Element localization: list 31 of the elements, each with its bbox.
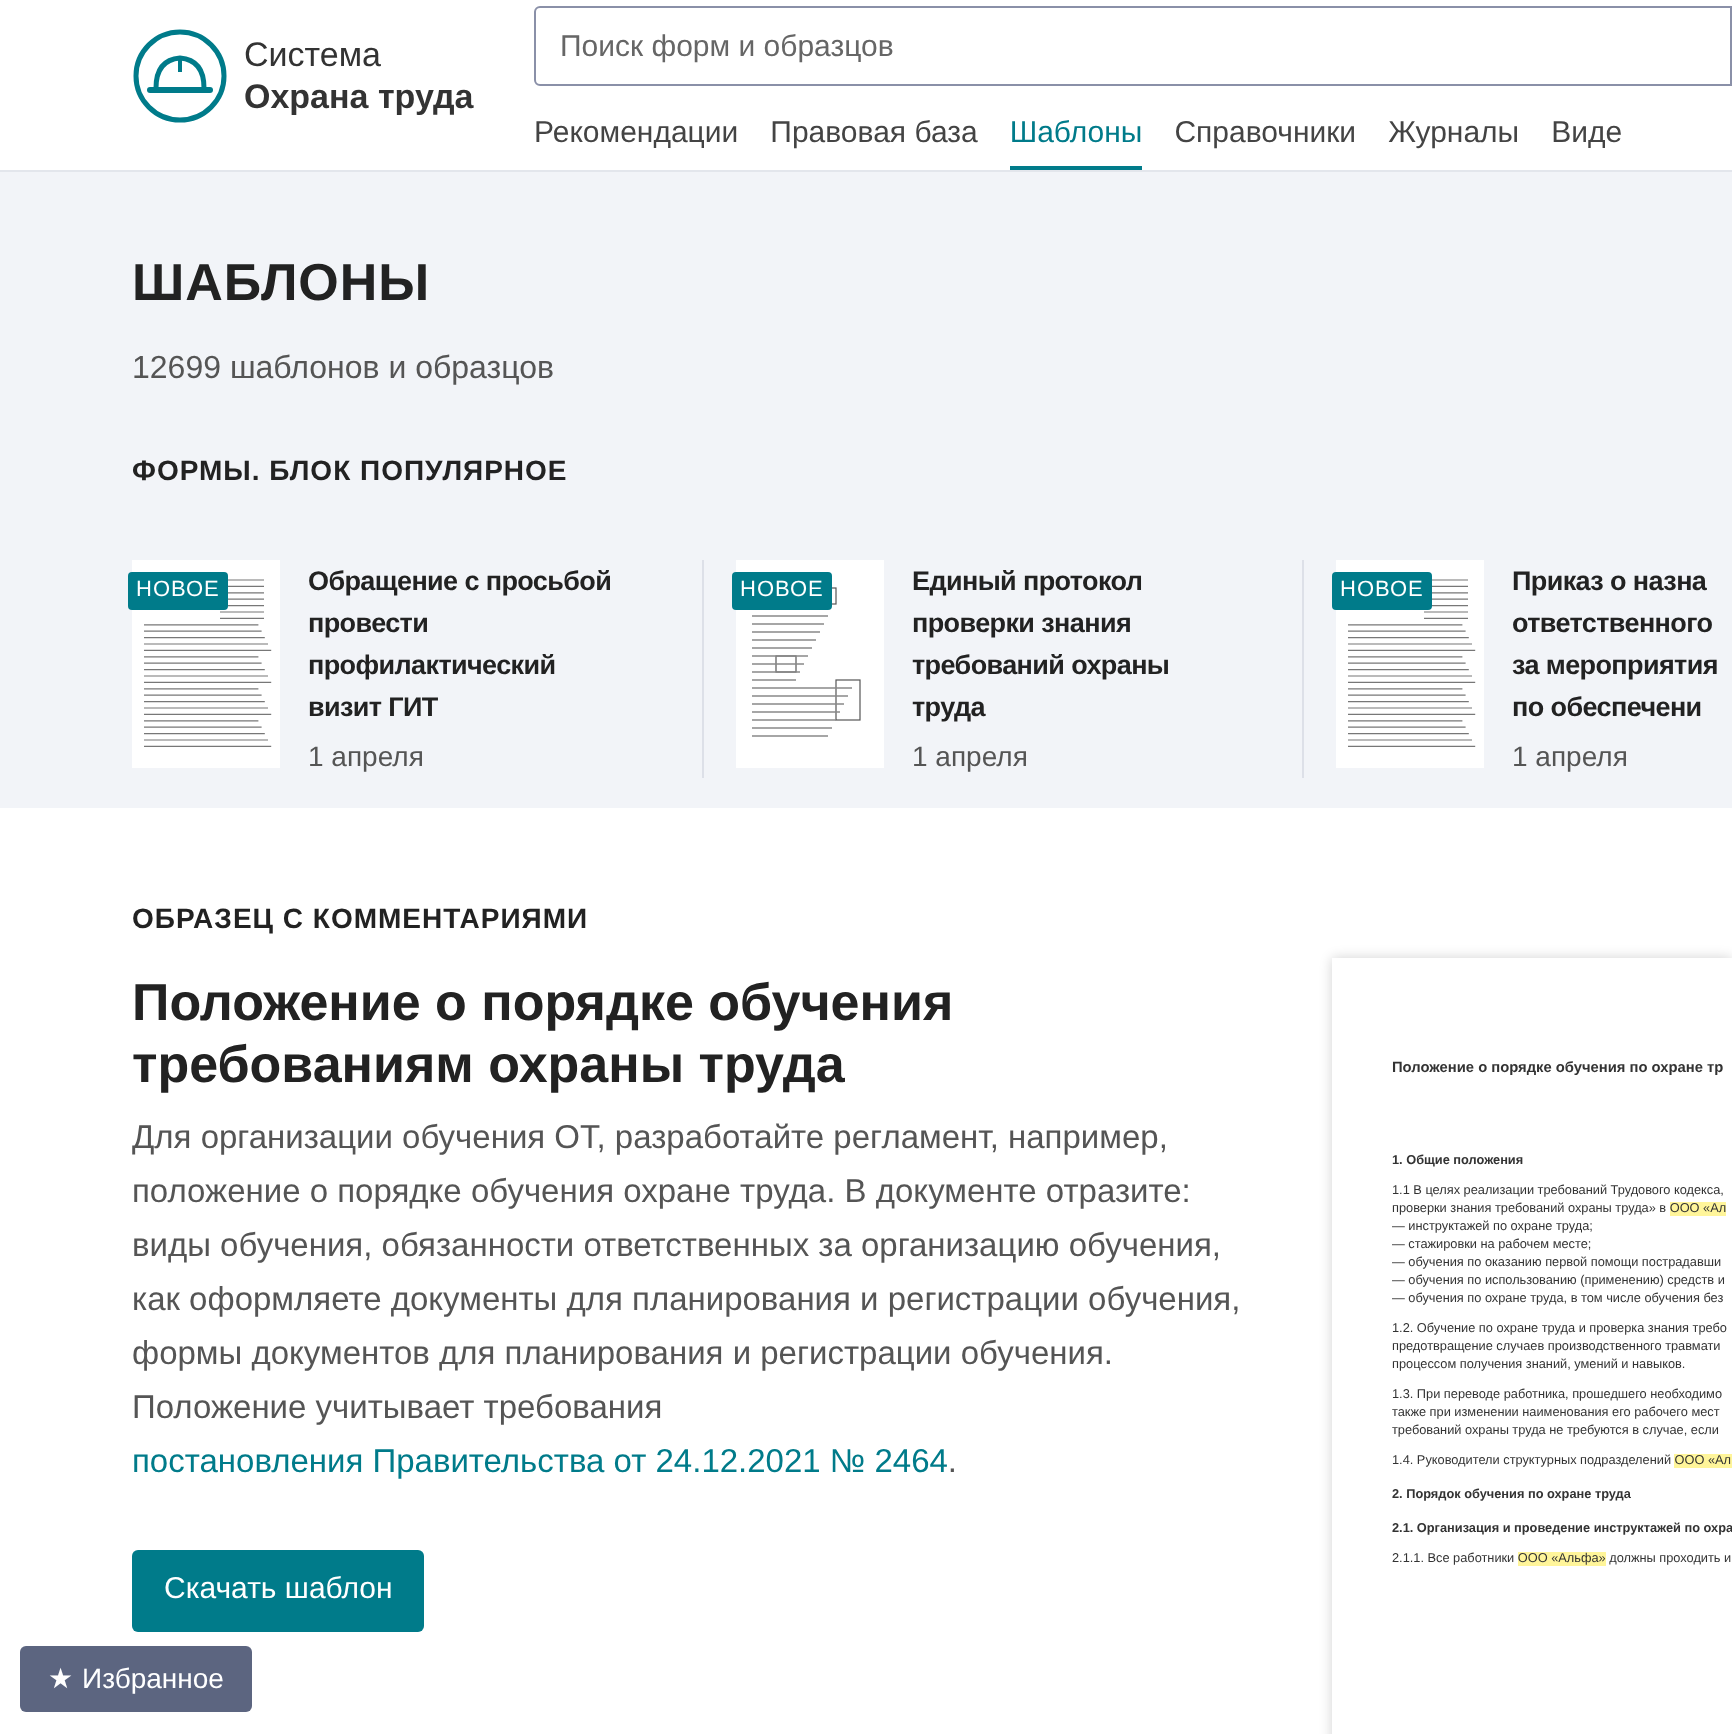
star-icon: ★	[48, 1662, 74, 1694]
card-date: 1 апреля	[912, 738, 1030, 777]
nav-tab[interactable]: Виде	[1551, 102, 1623, 169]
card-date: 1 апреля	[308, 738, 426, 777]
logo-text[interactable]: Система	[244, 34, 474, 76]
new-badge: НОВОЕ	[1332, 572, 1432, 610]
document-thumbnail[interactable]: НОВОЕ	[1336, 560, 1484, 769]
nav-tab[interactable]: Правовая база	[770, 102, 978, 169]
document-thumbnail[interactable]: НОВОЕ	[736, 560, 884, 769]
section-label: ОБРАЗЕЦ С КОММЕНТАРИЯМИ	[132, 900, 591, 938]
download-button[interactable]: Скачать шаблон	[132, 1550, 425, 1631]
hard-hat-logo-icon[interactable]	[132, 28, 228, 124]
favorites-button[interactable]: ★ Избранное	[20, 1646, 252, 1712]
nav-tab[interactable]: Журналы	[1388, 102, 1520, 169]
document-thumbnail[interactable]: НОВОЕ	[132, 560, 280, 769]
new-badge: НОВОЕ	[732, 572, 832, 610]
sample-title: Положение о порядке обучения требованиям охраны труда	[132, 972, 956, 1096]
card-title[interactable]: Приказ о назна ответственного за мероприятия по обеспечени	[1512, 560, 1718, 729]
new-badge: НОВОЕ	[128, 572, 228, 610]
section-title: ФОРМЫ. БЛОК ПОПУЛЯРНОЕ	[132, 452, 570, 491]
description-text: Для организации обучения ОТ, разработайте регламент, например, положение о порядке обучения охране труда. В документе отразите: виды обучения, обязанности ответственных за организацию обучения, как оформляете документы для планирования и регистрации обучения, формы документов для планирования и регистрации обучения. Положение учитывает требования постановления Правительства от 24.12.2021 № 2464.	[132, 1118, 1243, 1484]
card-title[interactable]: Обращение с просьбой провести профилактический визит ГИТ	[308, 560, 612, 729]
regulation-link[interactable]: постановления Правительства от 24.12.2021 № 2464	[132, 1444, 948, 1480]
item-count: 12699 шаблонов и образцов	[132, 350, 556, 391]
logo-text[interactable]: Охрана труда	[244, 76, 474, 118]
nav-tab[interactable]: Справочники	[1174, 102, 1357, 169]
card-title[interactable]: Единый протокол проверки знания требований охраны труда	[912, 560, 1170, 729]
nav-tab[interactable]: Рекомендации	[534, 102, 739, 169]
search-field[interactable]: Поиск форм и образцов	[534, 6, 1732, 86]
card-date: 1 апреля	[1512, 738, 1630, 777]
page-title: ШАБЛОНЫ	[132, 252, 433, 315]
